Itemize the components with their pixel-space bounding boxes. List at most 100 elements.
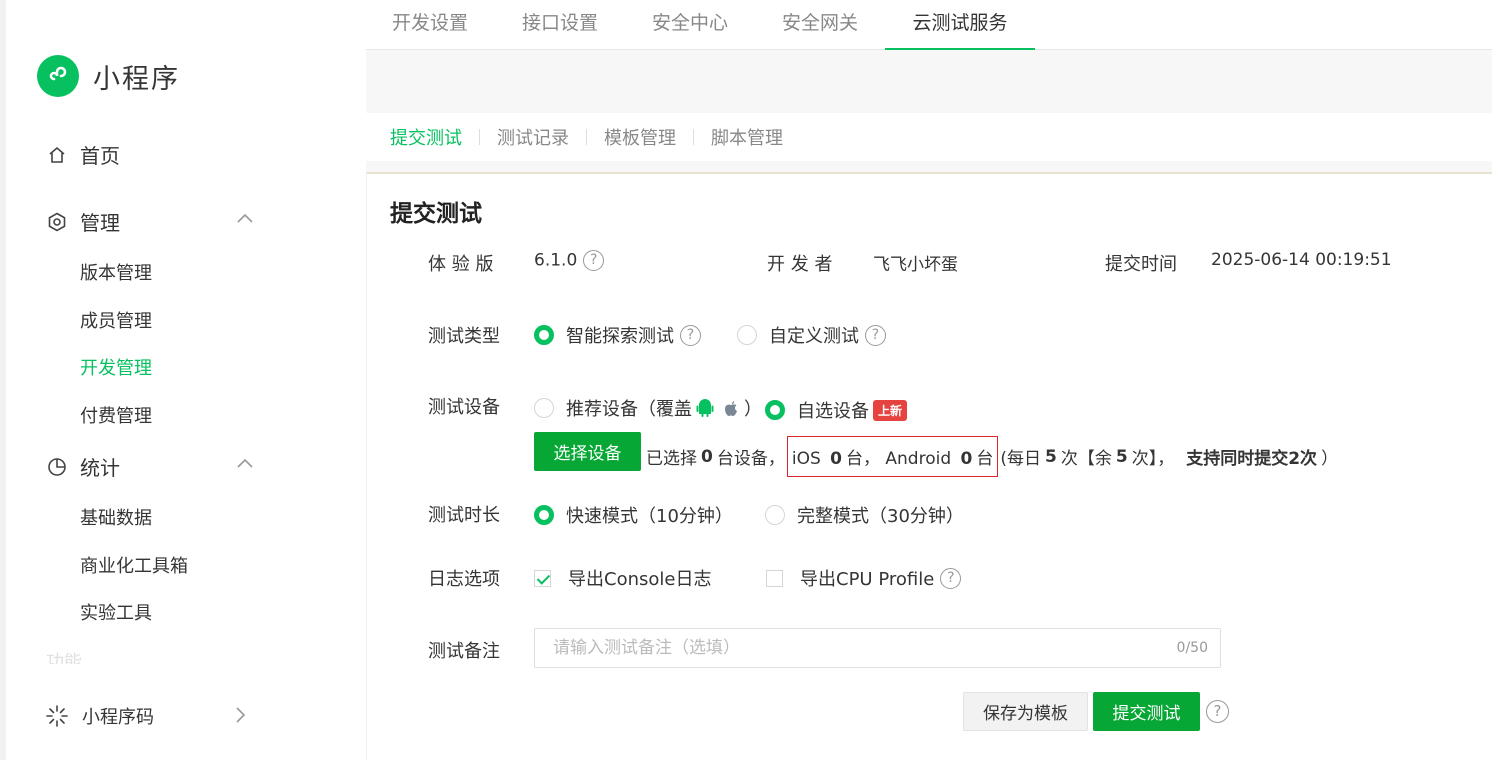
quota-text: 次】， (1131, 449, 1175, 469)
help-icon[interactable]: ? (1206, 700, 1229, 723)
checkbox-checked[interactable] (534, 569, 551, 587)
chevron-up-icon[interactable] (235, 454, 255, 474)
submit-test-panel: 提交测试 体 验 版 6.1.0? 开 发 者 飞飞小坏蛋 提交时间 2025-… (366, 172, 1492, 760)
logo[interactable]: 小程序 (37, 55, 180, 97)
quota-text: (每日 (1000, 449, 1042, 469)
tab-security-center[interactable]: 安全中心 (625, 0, 755, 50)
help-icon[interactable]: ? (583, 250, 605, 271)
help-icon[interactable]: ? (865, 324, 886, 346)
radio-label-close: ） (744, 399, 762, 420)
radio-label: 智能探索测试 (566, 326, 674, 347)
ios-count: 0 (830, 449, 842, 469)
radio-checked[interactable] (765, 400, 785, 420)
divider (693, 129, 694, 145)
quota-text: ） (1321, 449, 1339, 469)
developer-label: 开 发 者 (767, 254, 833, 275)
device-summary: 已选择 0 台设备， iOS 0 台， Android 0台 (每日 5 次【余 … (646, 436, 1338, 477)
sidebar-group-stats[interactable]: 统计 (46, 452, 120, 481)
version-label: 体 验 版 (428, 254, 494, 275)
tab-cloud-test[interactable]: 云测试服务 (885, 0, 1035, 50)
radio-unchecked[interactable] (534, 398, 554, 418)
miniprogram-logo-icon (37, 55, 79, 97)
select-device-button[interactable]: 选择设备 (534, 432, 641, 471)
new-badge: 上新 (873, 399, 908, 421)
quota-text: 次【余 (1060, 449, 1112, 469)
summary-text: 台 (976, 449, 994, 469)
summary-text: 台设备， (716, 449, 785, 469)
radio-label: 完整模式（30分钟） (797, 506, 964, 527)
chevron-right-icon[interactable] (230, 705, 250, 725)
radio-smart-explore[interactable]: 智能探索测试 ? (534, 322, 701, 348)
save-template-button[interactable]: 保存为模板 (963, 692, 1088, 731)
sidebar-group-manage[interactable]: 管理 (46, 207, 120, 236)
developer-value: 飞飞小坏蛋 (873, 255, 958, 275)
subtab-script-manage[interactable]: 脚本管理 (711, 124, 783, 150)
settings-hexagon-icon (46, 211, 68, 233)
test-type-label: 测试类型 (428, 326, 500, 347)
radio-fast-mode[interactable]: 快速模式（10分钟） (534, 502, 733, 528)
page-title: 提交测试 (390, 201, 482, 227)
radio-checked[interactable] (534, 325, 554, 345)
radio-custom-device[interactable]: 自选设备 上新 (765, 397, 908, 423)
chevron-up-icon[interactable] (235, 209, 255, 229)
radio-unchecked[interactable] (765, 505, 785, 525)
quota-daily: 5 (1045, 446, 1057, 467)
android-count: 0 (960, 449, 973, 469)
checkbox-unchecked[interactable] (766, 569, 783, 587)
version-number: 6.1.0 (534, 250, 578, 271)
quota-left: 5 (1115, 446, 1128, 467)
radio-label: 自定义测试 (769, 326, 859, 347)
ios-label: iOS (791, 449, 821, 469)
android-label: Android (885, 449, 952, 469)
sidebar-item-label: 管理 (80, 211, 120, 235)
sidebar-item-label: 首页 (80, 144, 120, 168)
subtab-submit-test[interactable]: 提交测试 (390, 124, 462, 150)
summary-text: 台， (846, 449, 880, 469)
sidebar-item-dev[interactable]: 开发管理 (80, 354, 152, 380)
submit-test-button[interactable]: 提交测试 (1093, 692, 1200, 731)
checkbox-label: 导出Console日志 (568, 569, 712, 590)
sidebar-item-payment[interactable]: 付费管理 (80, 402, 152, 428)
sidebar-item-label: 小程序码 (82, 707, 154, 728)
divider (479, 129, 480, 145)
android-icon (696, 399, 714, 417)
checkbox-cpu-profile[interactable]: 导出CPU Profile ? (766, 565, 962, 591)
tab-security-gateway[interactable]: 安全网关 (755, 0, 885, 50)
radio-custom-test[interactable]: 自定义测试 ? (737, 322, 886, 348)
selected-count: 0 (701, 446, 713, 467)
logo-text: 小程序 (93, 63, 180, 95)
help-icon[interactable]: ? (940, 567, 962, 589)
submit-time-label: 提交时间 (1105, 254, 1177, 275)
sidebar-item-qrcode[interactable]: 小程序码 (46, 703, 154, 729)
sub-tabs: 提交测试 测试记录 模板管理 脚本管理 (366, 113, 1492, 161)
radio-unchecked[interactable] (737, 325, 757, 345)
sidebar: 小程序 首页 管理 版本管理 成员管理 开发管理 付费管理 统计 基础数据 商业… (0, 0, 366, 760)
checkbox-console-log[interactable]: 导出Console日志 (534, 565, 711, 591)
test-note-field[interactable]: 0/50 (534, 628, 1221, 668)
sidebar-item-experiment[interactable]: 实验工具 (80, 599, 152, 625)
test-note-label: 测试备注 (428, 641, 500, 662)
sidebar-item-commerce-tools[interactable]: 商业化工具箱 (80, 552, 188, 578)
sidebar-item-members[interactable]: 成员管理 (80, 307, 152, 333)
test-duration-label: 测试时长 (428, 505, 500, 526)
subtab-test-records[interactable]: 测试记录 (497, 124, 569, 150)
pie-chart-icon (46, 456, 68, 478)
radio-recommend-device[interactable]: 推荐设备（覆盖 ） (534, 395, 762, 421)
test-device-label: 测试设备 (428, 397, 500, 418)
version-value: 6.1.0? (534, 250, 605, 271)
sidebar-item-features-faded: 功能 (46, 652, 82, 664)
radio-full-mode[interactable]: 完整模式（30分钟） (765, 502, 964, 528)
tab-dev-settings[interactable]: 开发设置 (366, 0, 494, 50)
subtab-template-manage[interactable]: 模板管理 (604, 124, 676, 150)
summary-text: 已选择 (646, 449, 697, 469)
submit-time-value: 2025-06-14 00:19:51 (1211, 250, 1392, 270)
tab-api-settings[interactable]: 接口设置 (495, 0, 625, 50)
sidebar-item-home[interactable]: 首页 (46, 140, 120, 169)
qrcode-spark-icon (46, 705, 68, 727)
radio-checked[interactable] (534, 505, 554, 525)
sidebar-item-version[interactable]: 版本管理 (80, 259, 152, 285)
sidebar-item-basic-data[interactable]: 基础数据 (80, 504, 152, 530)
test-note-input[interactable] (535, 629, 1135, 667)
top-tabs: 开发设置 接口设置 安全中心 安全网关 云测试服务 (366, 0, 1492, 50)
help-icon[interactable]: ? (680, 324, 701, 346)
